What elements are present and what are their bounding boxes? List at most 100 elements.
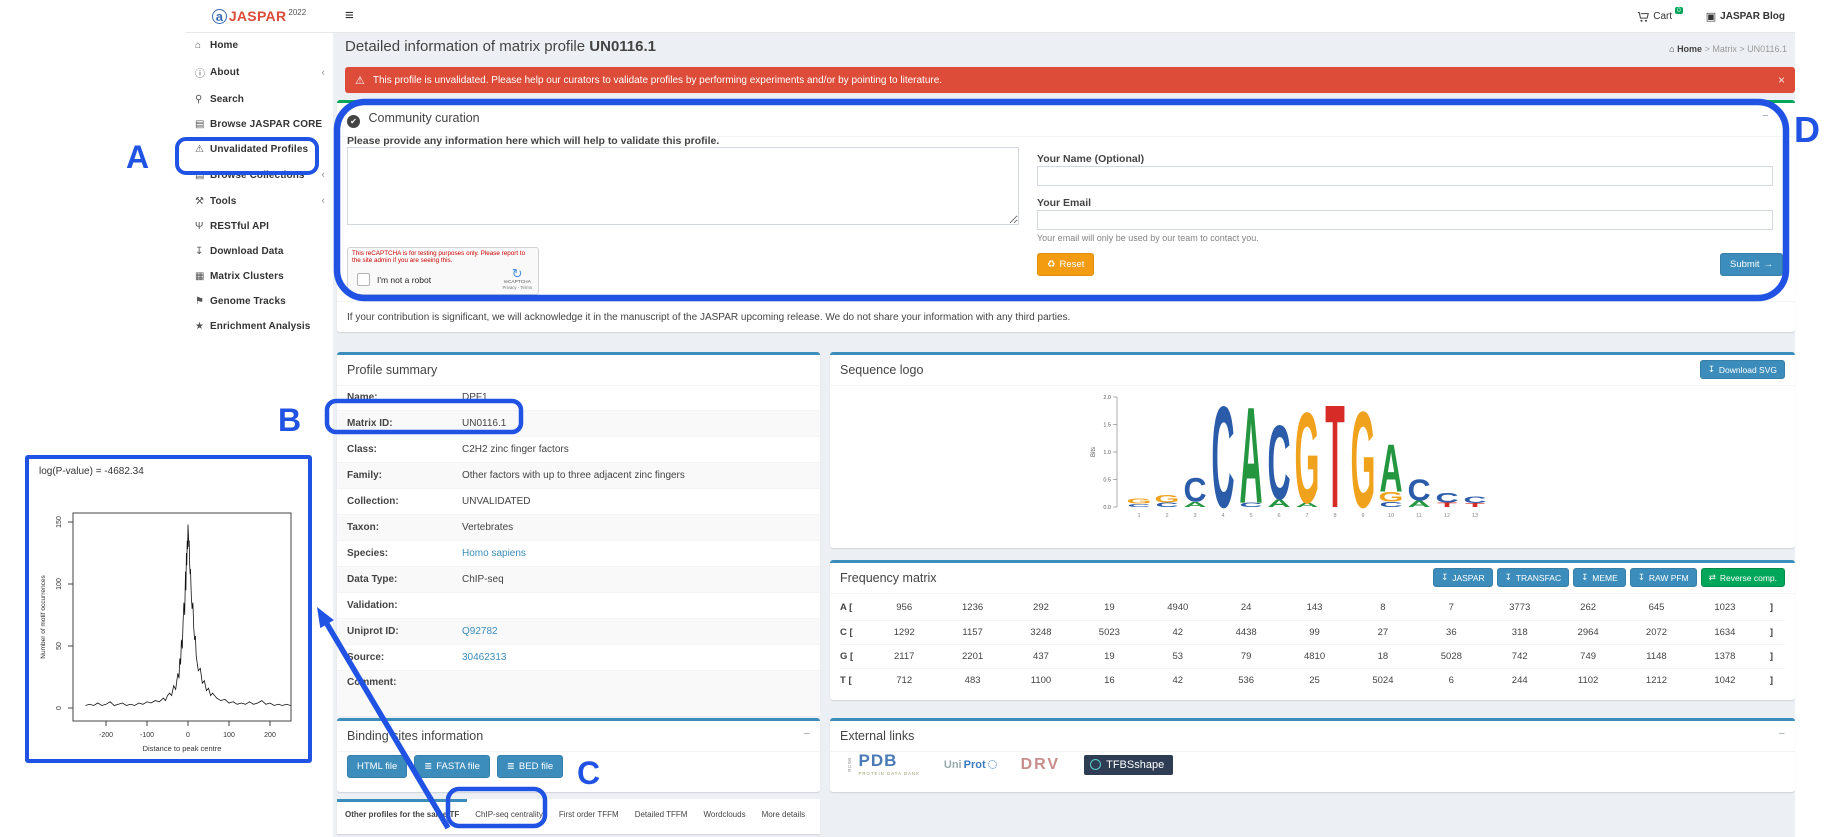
recaptcha-privacy-terms[interactable]: Privacy - Terms [502,285,532,290]
sidebar-item-browse-jaspar-core[interactable]: ▤Browse JASPAR CORE [185,112,333,137]
svg-text:5: 5 [1249,513,1252,519]
submit-button[interactable]: Submit → [1720,253,1783,276]
svg-text:7: 7 [1305,513,1308,519]
transfac-download-button[interactable]: ↧TRANSFAC [1497,568,1569,587]
matrix-cell: 318 [1486,621,1554,644]
tab-chip-seq-centrality[interactable]: ChIP-seq centrality [467,799,551,834]
matrix-cell: 1634 [1691,621,1759,644]
hamburger-menu-icon[interactable]: ≡ [345,7,354,24]
drv-link[interactable]: DRV [1021,756,1061,774]
svg-text:8: 8 [1333,513,1336,519]
app-logo[interactable]: a JASPAR 2022 [185,0,333,33]
matrix-cell: 2964 [1554,621,1622,644]
name-input[interactable] [1037,166,1773,186]
sidebar-item-restful-api[interactable]: ΨRESTful API [185,214,333,239]
svg-text:1: 1 [1137,513,1140,519]
html-file-button[interactable]: HTML file [347,755,407,778]
trash-icon: ♻ [1047,259,1056,270]
recaptcha-checkbox[interactable] [357,273,370,286]
jaspar-logo-icon: a [212,9,227,24]
matrix-cell: 5023 [1075,621,1143,644]
reverse-complement-button[interactable]: ⇄Reverse comp. [1701,568,1785,587]
sidebar-item-download-data[interactable]: ↧Download Data [185,239,333,264]
bed-file-button[interactable]: ≣BED file [497,755,563,778]
svg-text:Bits: Bits [1091,447,1097,457]
sequence-logo-chart: 0.00.51.01.52.0BitsCG1CG2AC3C4CA5AC6AG7T… [1085,385,1515,535]
sidebar-item-genome-tracks[interactable]: ⚑Genome Tracks [185,289,333,314]
profile-row-uniprot-id: Uniprot ID:Q92782 [337,618,820,644]
matrix-cell: 1102 [1554,669,1622,692]
svg-text:0: 0 [186,732,190,739]
sidebar-item-unvalidated-profiles[interactable]: ⚠Unvalidated Profiles [185,137,333,162]
sidebar-item-about[interactable]: ⓘAbout‹ [185,58,333,87]
curation-message-textarea[interactable] [347,147,1019,225]
svg-text:11: 11 [1416,513,1422,519]
profile-value: UN0116.1 [462,418,820,429]
search-icon: ⚲ [195,94,210,105]
matrix-cell: 1212 [1622,669,1690,692]
matrix-cell: 1148 [1622,645,1690,668]
close-icon[interactable]: × [1779,110,1785,122]
profile-value: ChIP-seq [462,574,820,585]
tab-detailed-tffm[interactable]: Detailed TFFM [627,799,696,834]
collapse-icon[interactable]: − [1762,110,1768,122]
sidebar-item-enrichment-analysis[interactable]: ★Enrichment Analysis [185,314,333,339]
svg-text:-100: -100 [140,732,154,739]
jaspar-blog-link[interactable]: ▣ JASPAR Blog [1706,10,1785,23]
collapse-icon[interactable]: − [804,728,810,740]
tab-more-details[interactable]: More details [754,799,814,834]
matrix-cell: 1157 [938,621,1006,644]
matrix-cell: 2072 [1622,621,1690,644]
recaptcha-label: I'm not a robot [377,275,431,285]
jaspar-download-button[interactable]: ↧JASPAR [1433,568,1493,587]
collapse-icon[interactable]: − [1779,728,1785,740]
matrix-row-c: C [1292115732485023424438992736318296420… [840,620,1785,644]
uniprot-link[interactable]: UniProt [944,759,997,771]
blog-label: JASPAR Blog [1720,11,1785,22]
jaspar-brand: JASPAR [229,8,287,24]
svg-text:0.5: 0.5 [1103,478,1111,484]
profile-value[interactable]: 30462313 [462,652,820,663]
profile-label: Family: [337,470,462,481]
matrix-cell: 1378 [1691,645,1759,668]
chevron-left-icon: ‹ [321,195,325,207]
profile-value[interactable]: Homo sapiens [462,548,820,559]
download-svg-button[interactable]: ↧ Download SVG [1700,360,1785,379]
profile-value[interactable]: Q92782 [462,626,820,637]
alert-close-icon[interactable]: × [1778,73,1785,87]
download-icon: ↧ [1638,572,1645,583]
frequency-matrix-card: Frequency matrix ↧JASPAR↧TRANSFAC↧MEME↧R… [830,560,1795,700]
tfbsshape-link[interactable]: TFBSshape [1084,755,1173,775]
svg-text:9: 9 [1361,513,1364,519]
breadcrumb-home[interactable]: Home [1677,44,1702,54]
matrix-cell: 1042 [1691,669,1759,692]
swap-icon: ⇄ [1709,572,1716,583]
sidebar-item-tools[interactable]: ⚒Tools‹ [185,188,333,214]
meme-download-button[interactable]: ↧MEME [1573,568,1626,587]
email-input[interactable] [1037,210,1773,230]
folder-icon: ▤ [195,170,210,181]
about-icon: ⓘ [195,65,210,80]
arrow-right-icon: → [1764,259,1774,270]
raw-pfm-download-button[interactable]: ↧RAW PFM [1630,568,1697,587]
sidebar-item-search[interactable]: ⚲Search [185,87,333,112]
matrix-cell: 2117 [870,645,938,668]
annotation-letter-a: A [126,139,149,175]
download-icon: ↧ [1441,572,1448,583]
svg-text:50: 50 [56,642,63,650]
sidebar-item-home[interactable]: ⌂Home [185,33,333,58]
svg-text:Number of motif occurrences: Number of motif occurrences [40,575,47,659]
tab-other-profiles-for-the-same-tf[interactable]: Other profiles for the same TF [337,799,467,834]
cart-button[interactable]: Cart 0 [1637,11,1684,23]
reset-button[interactable]: ♻ Reset [1037,253,1094,276]
fasta-file-button[interactable]: ≣FASTA file [414,755,490,778]
pdb-link[interactable]: RCSB PDB PROTEIN DATA BANK [842,753,920,776]
chipseq-centrality-plot: log(P-value) = -4682.34 -200-10001002000… [25,455,312,763]
svg-text:0: 0 [56,706,63,710]
matrix-cell: 742 [1486,645,1554,668]
sidebar-item-matrix-clusters[interactable]: ▦Matrix Clusters [185,264,333,289]
profile-row-comment: Comment: [337,670,820,716]
tab-first-order-tffm[interactable]: First order TFFM [551,799,627,834]
sidebar-item-browse-collections[interactable]: ▤Browse Collections‹ [185,162,333,188]
tab-wordclouds[interactable]: Wordclouds [695,799,753,834]
